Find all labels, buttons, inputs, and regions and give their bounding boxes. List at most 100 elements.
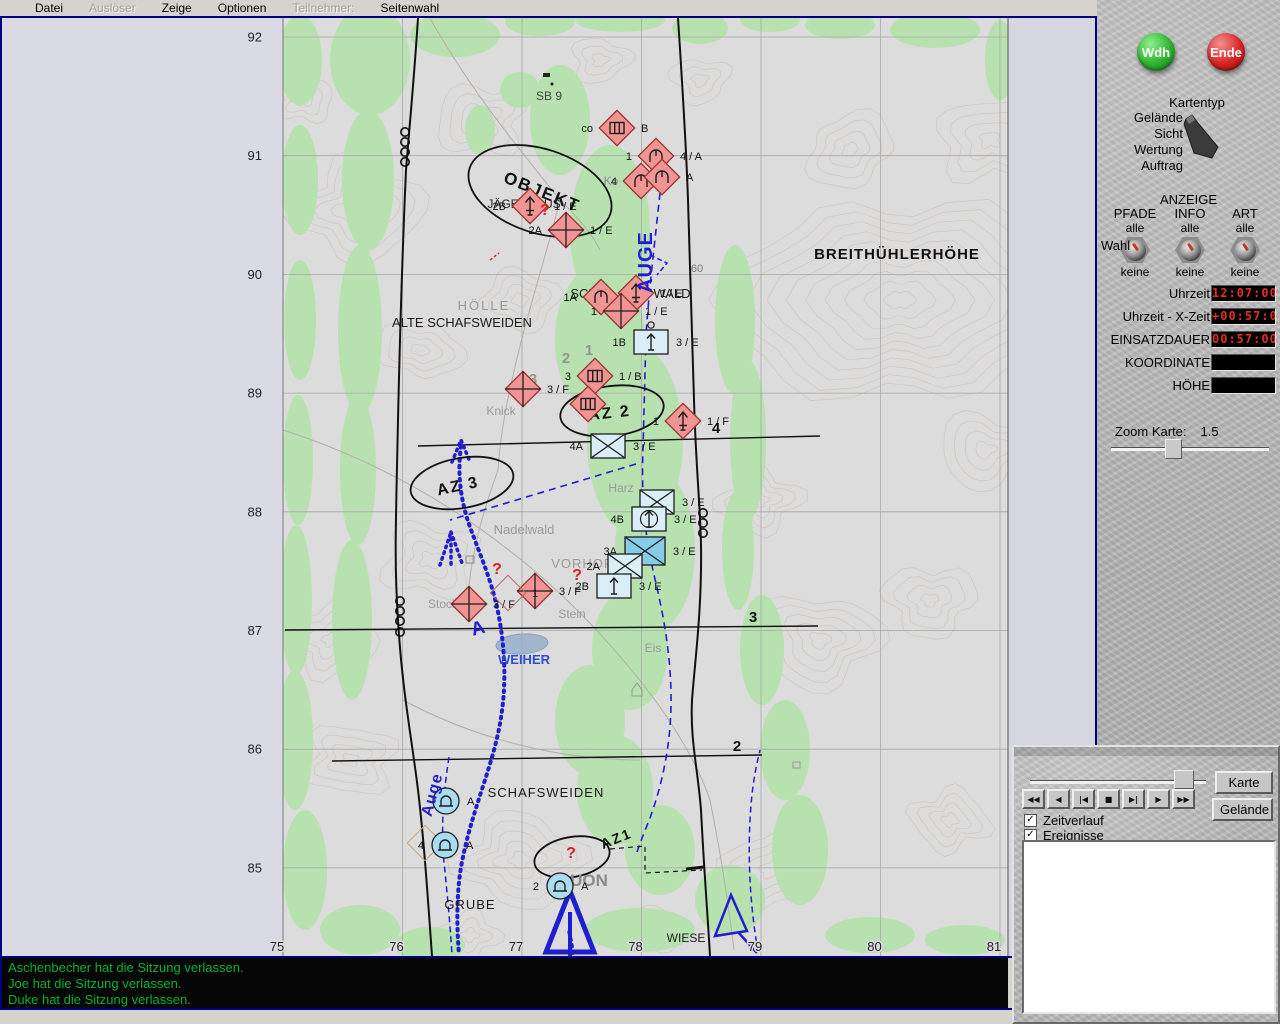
unit-label-right: 3 / F — [547, 384, 569, 396]
grid-col-label: 75 — [270, 939, 284, 954]
play-button[interactable]: ▶ — [1147, 789, 1170, 809]
grid-row-label: 91 — [248, 148, 262, 163]
kartentyp-option-auftrag[interactable]: Auftrag — [1097, 158, 1183, 174]
unit-label-left: 2A — [529, 225, 543, 237]
map-viewport[interactable]: 432OBJEKTAZ 2AZ 3AZ1SB 9KoJÄGERHAUSHÖLLE… — [2, 18, 1095, 956]
gelaende-button[interactable]: Gelände — [1212, 798, 1273, 821]
lane-number: 1 — [585, 342, 593, 359]
unit-label-left: 1B — [613, 337, 626, 349]
menu-auslser: Auslöser — [89, 1, 136, 15]
skip-start-button[interactable]: |◀ — [1072, 789, 1095, 809]
anzeige-art-alle-label: alle — [1235, 221, 1255, 235]
unit-label-right: 1 / F — [707, 416, 729, 428]
unit-label-left: 1A — [564, 292, 578, 304]
phase-line-number: 2 — [733, 738, 741, 755]
place-label: WEIHER — [498, 652, 551, 667]
zoom-slider-handle[interactable] — [1165, 439, 1182, 459]
question-marker: ? — [566, 845, 576, 862]
anzeige-pfade-alle-label: alle — [1125, 221, 1145, 235]
unit-label-right: 3 / E — [639, 581, 662, 593]
clock-label-4: HÖHE — [1172, 378, 1210, 393]
log-message: Aschenbecher hat die Sitzung verlassen. — [8, 960, 244, 975]
anzeige-art-knob[interactable] — [1234, 239, 1256, 261]
place-label: BREITHÜHLERHÖHE — [814, 246, 980, 263]
kartentyp-option-sicht[interactable]: Sicht — [1097, 126, 1183, 142]
rewind-button[interactable]: ◀◀ — [1022, 789, 1045, 809]
unit-label-left: co — [581, 123, 593, 135]
unit-label-right: A — [686, 172, 694, 184]
zoom-karte-row: Zoom Karte: 1.5 — [1115, 424, 1219, 439]
clock-label-2: EINSATZDAUER — [1110, 332, 1210, 347]
grid-row-label: 85 — [248, 860, 262, 875]
phase-line-number: 3 — [749, 609, 757, 626]
event-listbox[interactable] — [1022, 840, 1276, 1014]
unit-label-right: 3 / E — [674, 514, 697, 526]
menu-zeige[interactable]: Zeige — [149, 1, 205, 15]
place-label: VORHOF — [551, 556, 613, 571]
menu-seitenwahl[interactable]: Seitenwahl — [367, 1, 452, 15]
grid-col-label: 77 — [509, 939, 523, 954]
anzeige-pfade-keine-label: keine — [1120, 265, 1150, 279]
unit-label-left: 2 — [533, 881, 539, 893]
place-label: HÖLLE — [458, 298, 511, 313]
anzeige-pfade-label: PFADE — [1113, 206, 1157, 221]
unit-label-left: 4A — [570, 441, 584, 453]
play-backward-button[interactable]: ◀ — [1047, 789, 1070, 809]
question-marker: ? — [492, 561, 502, 578]
unit-label-right: A — [467, 796, 475, 808]
unit-label-right: 3 / E — [673, 546, 696, 558]
unit-label-left: 4B — [611, 514, 624, 526]
unit-label-left: 4 — [418, 840, 424, 852]
fast-forward-button[interactable]: ▶▶ — [1172, 789, 1195, 809]
anzeige-title: ANZEIGE — [1159, 192, 1218, 207]
skip-end-button[interactable]: ▶| — [1122, 789, 1145, 809]
clock-display-1: +00:57:00 — [1211, 308, 1276, 325]
grid-row-label: 88 — [248, 504, 262, 519]
checkbox-zeitverlauf[interactable]: ✓ Zeitverlauf — [1024, 813, 1104, 828]
tactical-map[interactable]: 432OBJEKTAZ 2AZ 3AZ1SB 9KoJÄGERHAUSHÖLLE… — [2, 18, 1095, 956]
unit-label-left: 3 — [565, 371, 571, 383]
unit-label-left: 1 — [626, 151, 632, 163]
grid-ref-label: 60 — [691, 263, 703, 275]
place-label: Harz — [608, 481, 633, 495]
timeline-slider-handle[interactable] — [1174, 770, 1194, 789]
map-zoom-slider[interactable] — [1111, 438, 1269, 459]
unit-label-right: 4 / A — [680, 151, 703, 163]
ende-button-label: Ende — [1210, 44, 1242, 60]
anzeige-info-knob[interactable] — [1179, 239, 1201, 261]
ende-button[interactable]: Ende — [1207, 33, 1245, 71]
clock-display-2: 00:57:00 — [1211, 331, 1276, 348]
zoom-karte-value: 1.5 — [1200, 424, 1219, 439]
anzeige-info-alle-label: alle — [1180, 221, 1200, 235]
pen-cursor-icon — [1183, 114, 1219, 159]
place-label: GRUBE — [444, 897, 495, 912]
zoom-karte-label: Zoom Karte: — [1115, 424, 1187, 439]
grid-row-label: 86 — [248, 742, 262, 757]
anzeige-info-keine-label: keine — [1175, 265, 1205, 279]
checkbox-zeitverlauf-box[interactable]: ✓ — [1024, 813, 1037, 827]
lane-number: 2 — [562, 350, 570, 367]
playback-buttons: ◀◀ ◀ |◀ ■ ▶| ▶ ▶▶ — [1022, 789, 1195, 809]
place-label: ALTE SCHAFSWEIDEN — [392, 315, 532, 330]
place-label: Stein — [558, 607, 585, 621]
menu-optionen[interactable]: Optionen — [205, 1, 280, 15]
anzeige-knobs: PFADE alle keine INFO alle keine ART alle keine — [1109, 206, 1271, 279]
menu-datei[interactable]: Datei — [22, 1, 76, 15]
route-label: AUGE — [635, 231, 657, 293]
unit-label-right: 1 / E — [590, 225, 613, 237]
kartentyp-option-wertung[interactable]: Wertung — [1097, 142, 1183, 158]
unit-label-right: 1 / E — [554, 201, 577, 213]
unit-label-right: 3 / E — [682, 497, 705, 509]
unit-label-left: 2B — [493, 201, 506, 213]
clock-displays: Uhrzeit12:07:00Uhrzeit - X-Zeit+00:57:00… — [1097, 285, 1280, 396]
place-label: SB 9 — [536, 89, 562, 103]
stop-button[interactable]: ■ — [1097, 789, 1120, 809]
karte-button[interactable]: Karte — [1215, 771, 1273, 794]
kartentyp-option-gelnde[interactable]: Gelände — [1097, 110, 1183, 126]
unit-label-right: 1 / E — [660, 288, 683, 300]
anzeige-art-label: ART — [1232, 206, 1258, 221]
unit-label-right: A — [466, 840, 474, 852]
kartentyp-options: Gelände Sicht Wertung Auftrag — [1097, 110, 1183, 174]
wdh-button[interactable]: Wdh — [1137, 33, 1175, 71]
unit-label-left: 1 — [591, 306, 597, 318]
